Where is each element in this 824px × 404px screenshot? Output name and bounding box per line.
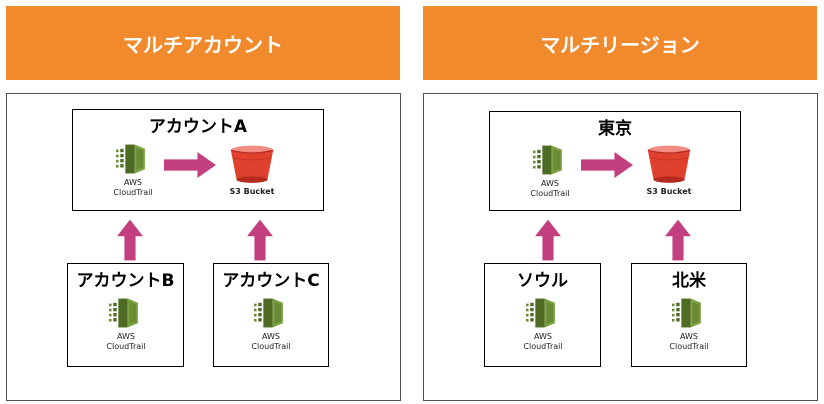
arrow-up-from-north-america <box>665 218 691 262</box>
cloudtrail-label: AWS CloudTrail <box>113 178 153 197</box>
account-b-label: アカウントB <box>76 271 175 291</box>
account-c-label: アカウントC <box>222 271 320 291</box>
arrow-up-from-account-b <box>117 218 143 262</box>
seoul-box: ソウル AWS CloudTrail <box>484 263 601 367</box>
s3-bucket-icon <box>646 144 692 184</box>
multi-region-title: マルチリージョン <box>540 32 700 57</box>
multi-account-title: マルチアカウント <box>123 32 283 57</box>
seoul-label: ソウル <box>517 271 568 291</box>
s3-bucket: S3 Bucket <box>217 144 287 196</box>
cloudtrail-label: AWS CloudTrail <box>106 332 146 351</box>
cloudtrail-b: AWS CloudTrail <box>96 296 156 352</box>
account-a-label: アカウントA <box>148 117 248 137</box>
cloudtrail-icon <box>672 296 706 330</box>
cloudtrail-a: AWS CloudTrail <box>103 142 163 198</box>
north-america-label: 北米 <box>672 271 706 291</box>
tokyo-label: 東京 <box>598 119 632 139</box>
cloudtrail-icon <box>533 143 567 177</box>
cloudtrail-seoul: AWS CloudTrail <box>513 296 573 352</box>
multi-region-header: マルチリージョン <box>423 6 817 80</box>
cloudtrail-tokyo: AWS CloudTrail <box>520 143 580 199</box>
cloudtrail-c: AWS CloudTrail <box>241 296 301 352</box>
s3-bucket-label: S3 Bucket <box>229 187 275 196</box>
north-america-box: 北米 AWS CloudTrail <box>631 263 747 367</box>
arrow-up-from-account-c <box>247 218 273 262</box>
s3-bucket-icon <box>229 144 275 184</box>
account-a-box: アカウントA AWS CloudTrail S3 Bucket <box>72 109 324 211</box>
account-b-box: アカウントB AWS CloudTrail <box>67 263 184 367</box>
cloudtrail-label: AWS CloudTrail <box>669 332 709 351</box>
cloudtrail-label: AWS CloudTrail <box>251 332 291 351</box>
cloudtrail-north-america: AWS CloudTrail <box>659 296 719 352</box>
cloudtrail-label: AWS CloudTrail <box>530 179 570 198</box>
arrow-to-s3 <box>163 152 217 178</box>
cloudtrail-icon <box>116 142 150 176</box>
cloudtrail-label: AWS CloudTrail <box>523 332 563 351</box>
cloudtrail-icon <box>526 296 560 330</box>
multi-account-header: マルチアカウント <box>6 6 400 80</box>
s3-bucket-label: S3 Bucket <box>646 187 692 196</box>
account-c-box: アカウントC AWS CloudTrail <box>213 263 329 367</box>
arrow-to-s3 <box>580 152 634 178</box>
cloudtrail-icon <box>254 296 288 330</box>
cloudtrail-icon <box>109 296 143 330</box>
arrow-up-from-seoul <box>535 218 561 262</box>
tokyo-box: 東京 AWS CloudTrail S3 Bucket <box>489 111 741 211</box>
s3-bucket: S3 Bucket <box>634 144 704 196</box>
